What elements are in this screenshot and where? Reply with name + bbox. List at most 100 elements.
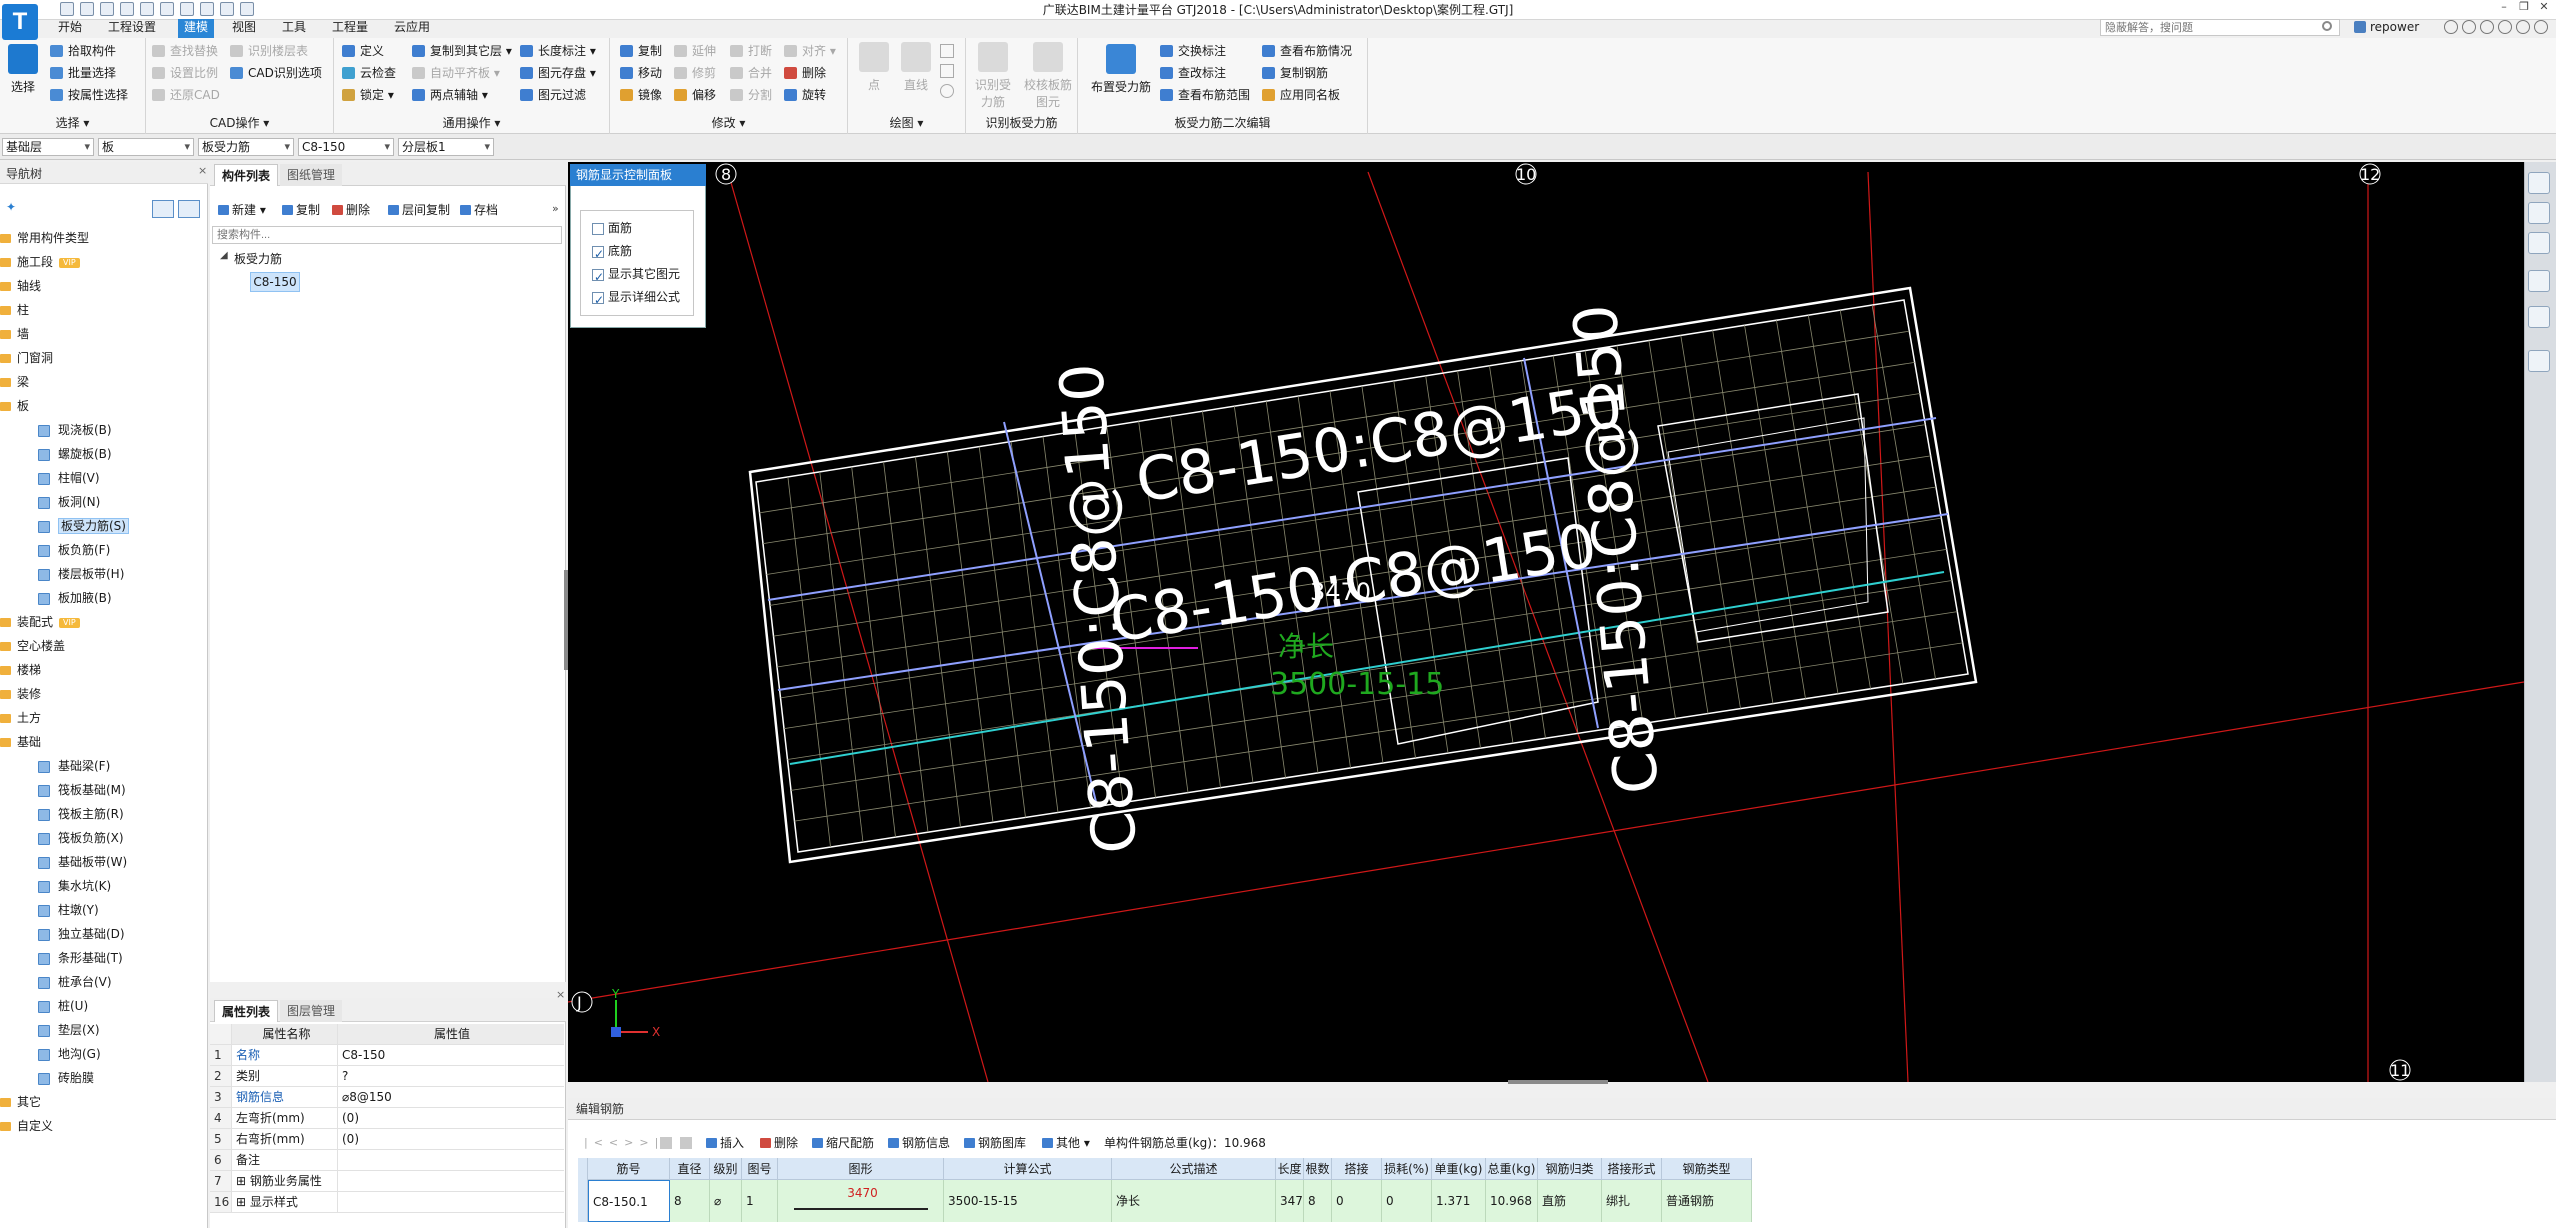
table-cell[interactable]: 直筋 <box>1538 1180 1602 1222</box>
canvas-splitter[interactable] <box>1508 1080 1608 1084</box>
info-icon[interactable] <box>2498 20 2512 34</box>
view-rebar-range-button[interactable]: 查看布筋范围 <box>1158 86 1250 104</box>
table-cell[interactable]: 8 <box>1304 1180 1332 1222</box>
panel-collapse-icon[interactable]: » <box>552 202 559 215</box>
delete-button[interactable]: 删除 <box>782 64 826 82</box>
property-row[interactable]: 5 右弯折(mm) (0) <box>210 1129 564 1150</box>
nav-item[interactable]: 空心楼盖 <box>0 634 65 658</box>
nav-item[interactable]: 门窗洞 <box>0 346 53 370</box>
checkbox-show-formula[interactable] <box>592 290 604 310</box>
table-cell[interactable]: C8-150.1 <box>588 1180 670 1222</box>
nav-item[interactable]: 柱 <box>0 298 29 322</box>
view-top-icon[interactable] <box>2528 202 2550 224</box>
ribbon-group-label[interactable]: 绘图 ▾ <box>848 114 965 131</box>
option-show-other[interactable]: 显示其它图元 <box>592 264 680 287</box>
edit-label-button[interactable]: 查改标注 <box>1158 64 1226 82</box>
new-component-button[interactable]: 新建 ▾ <box>216 200 266 220</box>
shop-icon[interactable] <box>2534 20 2548 34</box>
nav-item[interactable]: 板洞(N) <box>38 490 100 514</box>
layer-select[interactable]: 分层板1 <box>398 138 494 156</box>
property-value[interactable]: (0) <box>342 1108 562 1128</box>
offset-button[interactable]: 偏移 <box>672 86 716 104</box>
recognize-floor-table-button[interactable]: 识别楼层表 <box>228 42 308 60</box>
message-icon[interactable] <box>2444 20 2458 34</box>
feedback-icon[interactable] <box>2516 20 2530 34</box>
axis-bubble-j-left[interactable] <box>571 991 593 1013</box>
copy-to-other-floor-button[interactable]: 复制到其它层 ▾ <box>410 42 512 60</box>
rebar-library-button[interactable]: 钢筋图库 <box>962 1132 1026 1154</box>
nav-item[interactable]: 楼梯 <box>0 658 41 682</box>
table-cell[interactable]: 1.371 <box>1432 1180 1486 1222</box>
tab-layer-management[interactable]: 图层管理 <box>280 1000 343 1022</box>
tab-view[interactable]: 视图 <box>226 19 262 38</box>
close-button[interactable]: ✕ <box>2536 0 2552 14</box>
property-value[interactable]: ? <box>342 1066 562 1086</box>
table-cell[interactable]: 10.968 <box>1486 1180 1538 1222</box>
nav-item[interactable]: 装修 <box>0 682 41 706</box>
help-search-input[interactable] <box>2100 19 2340 36</box>
property-value[interactable]: (0) <box>342 1129 562 1149</box>
nav-item[interactable]: 集水坑(K) <box>38 874 111 898</box>
rebar-info-button[interactable]: 钢筋信息 <box>886 1132 950 1154</box>
point-draw-button[interactable]: 点 <box>856 42 892 93</box>
recognize-rebar-button[interactable]: 识别受力筋 <box>970 42 1016 110</box>
table-cell[interactable]: 8 <box>670 1180 710 1222</box>
restore-button[interactable]: ❐ <box>2516 0 2532 14</box>
check-slab-rebar-button[interactable]: 校核板筋图元 <box>1022 42 1074 110</box>
lock-button[interactable]: 锁定 ▾ <box>340 86 394 104</box>
pick-component-button[interactable]: 拾取构件 <box>48 42 116 60</box>
archive-button[interactable]: 存档 <box>458 200 498 220</box>
grid-view-icon[interactable] <box>178 200 200 218</box>
rotate-button[interactable]: 旋转 <box>782 86 826 104</box>
align-button[interactable]: 对齐 ▾ <box>782 42 836 60</box>
copy-button[interactable]: 复制 <box>618 42 662 60</box>
table-cell[interactable]: 3470 <box>778 1180 944 1222</box>
nav-item[interactable]: 桩(U) <box>38 994 88 1018</box>
set-scale-button[interactable]: 设置比例 <box>150 64 218 82</box>
scale-rebar-button[interactable]: 缩尺配筋 <box>810 1132 874 1154</box>
select-by-attr-button[interactable]: 按属性选择 <box>48 86 128 104</box>
apply-same-slab-button[interactable]: 应用同名板 <box>1260 86 1340 104</box>
nav-item[interactable]: 常用构件类型 <box>0 226 89 250</box>
nav-item[interactable]: 板加腋(B) <box>38 586 112 610</box>
list-view-icon[interactable] <box>152 200 174 218</box>
nav-item[interactable]: 柱帽(V) <box>38 466 100 490</box>
ribbon-group-label[interactable]: 修改 ▾ <box>610 114 847 131</box>
property-row[interactable]: 4 左弯折(mm) (0) <box>210 1108 564 1129</box>
component-group[interactable]: 板受力筋 <box>234 250 282 267</box>
view-rebar-status-button[interactable]: 查看布筋情况 <box>1260 42 1352 60</box>
table-cell[interactable]: 普通钢筋 <box>1662 1180 1752 1222</box>
nav-arrows[interactable]: |<<>>| <box>584 1136 664 1149</box>
tab-quantity[interactable]: 工程量 <box>326 19 374 38</box>
component-type-select[interactable]: 板受力筋 <box>198 138 294 156</box>
nav-item[interactable]: 板 <box>0 394 29 418</box>
table-cell[interactable]: ⌀ <box>710 1180 742 1222</box>
nav-close-icon[interactable]: × <box>198 164 207 177</box>
nav-item[interactable]: 筏板基础(M) <box>38 778 126 802</box>
nav-item[interactable]: 板受力筋(S) <box>38 514 129 538</box>
nav-item[interactable]: 砖胎膜 <box>38 1066 94 1090</box>
nav-item[interactable]: 螺旋板(B) <box>38 442 112 466</box>
nav-item[interactable]: 基础板带(W) <box>38 850 127 874</box>
move-down-icon[interactable] <box>680 1137 692 1149</box>
table-cell[interactable]: 净长 <box>1112 1180 1276 1222</box>
rebar-label-top[interactable]: C8-150:C8@150 <box>1131 371 1627 517</box>
property-row[interactable]: 2 类别? <box>210 1066 564 1087</box>
property-row[interactable]: 3 钢筋信息 ⌀8@150 <box>210 1087 564 1108</box>
restore-cad-button[interactable]: 还原CAD <box>150 86 220 104</box>
app-logo[interactable]: T <box>2 4 38 40</box>
swap-label-button[interactable]: 交换标注 <box>1158 42 1226 60</box>
split-button[interactable]: 分割 <box>728 86 772 104</box>
view-plan-icon[interactable] <box>2528 232 2550 254</box>
define-button[interactable]: 定义 <box>340 42 384 60</box>
find-replace-button[interactable]: 查找替换 <box>150 42 218 60</box>
tab-modeling[interactable]: 建模 <box>178 19 215 38</box>
property-value[interactable]: ⌀8@150 <box>342 1087 562 1107</box>
nav-item[interactable]: 楼层板带(H) <box>38 562 124 586</box>
pin-icon[interactable]: ✦ <box>6 200 18 214</box>
merge-button[interactable]: 合并 <box>728 64 772 82</box>
extend-button[interactable]: 延伸 <box>672 42 716 60</box>
nav-item[interactable]: 地沟(G) <box>38 1042 101 1066</box>
rect-icon[interactable] <box>940 64 954 78</box>
minimize-button[interactable]: – <box>2496 0 2512 14</box>
